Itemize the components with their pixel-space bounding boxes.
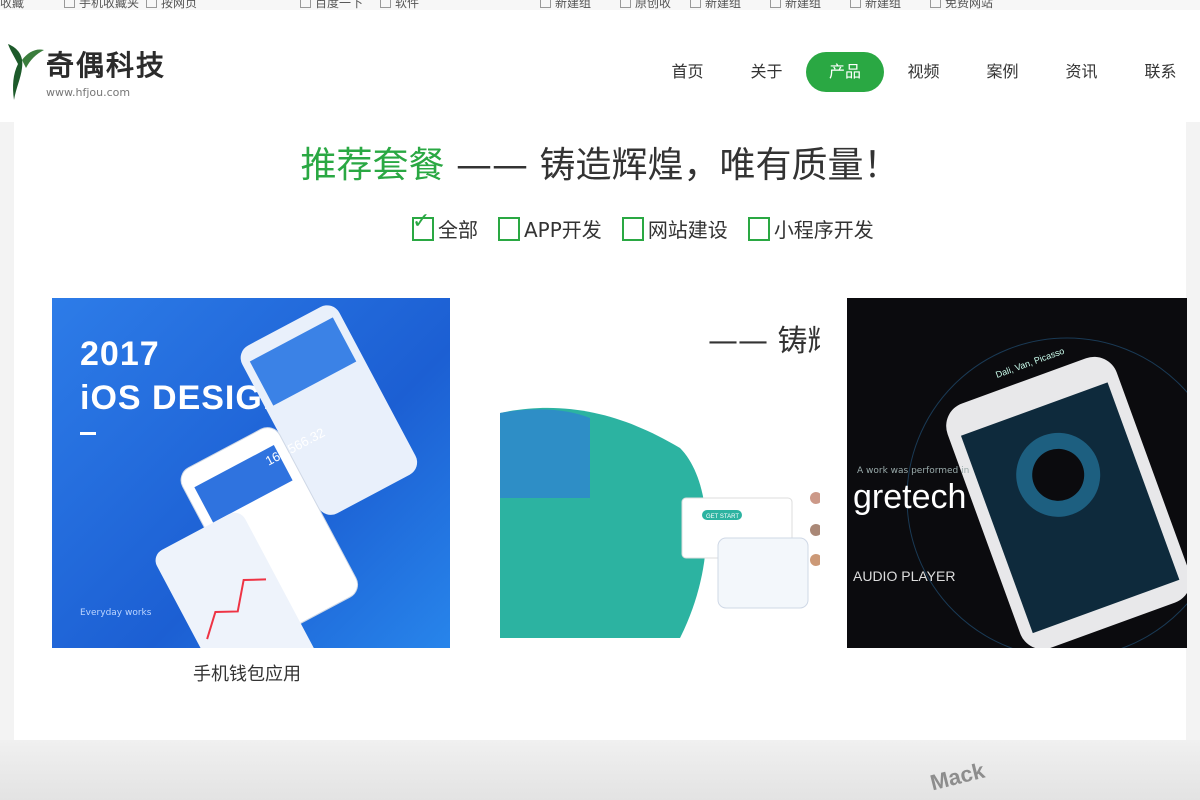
bookmark-item[interactable]: 新建组 <box>540 0 591 10</box>
logo-title: 奇偶科技 <box>46 49 167 82</box>
section-heading: 推荐套餐 —— 铸造辉煌，唯有质量！ <box>14 136 1186 188</box>
product-card-wallet[interactable]: 2017 iOS DESIGN Everyday works 160,566.3… <box>52 298 516 648</box>
nav-products[interactable]: 产品 <box>806 52 884 92</box>
heading-highlight: 推荐套餐 <box>300 145 445 186</box>
get-start-button: GET START <box>706 514 739 520</box>
heading-slogan: —— 铸造辉煌，唯有质量！ <box>444 145 900 186</box>
category-filters: ✓ 全部 APP开发 网站建设 小程序开发 <box>412 209 874 243</box>
checkbox-icon[interactable] <box>621 216 644 241</box>
bookmark-item[interactable]: 软件 <box>380 0 419 10</box>
nav-cases[interactable]: 案例 <box>963 52 1042 92</box>
filter-label: 网站建设 <box>647 218 728 242</box>
bookmark-item[interactable]: 收藏 <box>0 0 24 10</box>
checkbox-checked-icon[interactable]: ✓ <box>412 209 434 241</box>
main-nav: 首页 关于 产品 视频 案例 资讯 联系 <box>648 50 1200 94</box>
bookmark-item[interactable]: 百度一下 <box>300 0 363 10</box>
checkbox-icon[interactable] <box>747 216 770 241</box>
card-caption: 手机钱包应用 <box>193 664 301 685</box>
brand-name: gretech <box>853 478 967 516</box>
bookmark-item[interactable]: 手机收藏夹 <box>64 0 139 10</box>
checkbox-icon[interactable] <box>498 216 520 241</box>
background-strip <box>0 740 1200 800</box>
filter-website[interactable]: 网站建设 <box>621 214 728 243</box>
nav-home[interactable]: 首页 <box>648 52 727 92</box>
bookmark-item[interactable]: 按网页 <box>146 0 197 10</box>
site-logo[interactable]: 奇偶科技 www.hfjou.com <box>4 38 166 102</box>
filter-all[interactable]: ✓ 全部 <box>412 209 478 243</box>
site-header: 奇偶科技 www.hfjou.com 首页 关于 产品 视频 案例 资讯 联系 <box>0 10 1200 122</box>
bird-logo-icon <box>8 44 44 100</box>
filter-miniprogram[interactable]: 小程序开发 <box>747 214 874 243</box>
phone-mockups-image: 160,566.32 <box>155 305 418 648</box>
nav-news[interactable]: 资讯 <box>1042 52 1121 92</box>
map-dashboard-image: GET START <box>500 407 820 638</box>
bookmark-item[interactable]: 新建组 <box>770 0 821 10</box>
product-cards: 2017 iOS DESIGN Everyday works 160,566.3… <box>52 298 1187 648</box>
products-section: 推荐套餐 —— 铸造辉煌，唯有质量！ ✓ 全部 APP开发 网站建设 小程序开发… <box>14 122 1187 740</box>
bookmark-item[interactable]: 免费网站 <box>930 0 993 10</box>
filter-label: APP开发 <box>524 218 602 242</box>
brand-tagline: A work was performed in <box>857 466 970 476</box>
filter-label: 全部 <box>438 218 478 242</box>
product-card-audio[interactable]: Dali, Van, Picasso A work was performed … <box>847 298 1187 648</box>
bookmarks-bar: 收藏 手机收藏夹 按网页 百度一下 软件 新建组 原创收 新建组 新建组 新建组… <box>0 0 1200 10</box>
nav-video[interactable]: 视频 <box>884 52 963 92</box>
filter-label: 小程序开发 <box>773 218 874 242</box>
bookmark-item[interactable]: 原创收 <box>620 0 671 10</box>
bookmark-item[interactable]: 新建组 <box>850 0 901 10</box>
nav-about[interactable]: 关于 <box>727 52 806 92</box>
logo-url: www.hfjou.com <box>46 86 131 99</box>
filter-app[interactable]: APP开发 <box>498 214 602 243</box>
audio-player-label: AUDIO PLAYER <box>853 568 956 584</box>
product-card-web[interactable]: —— 铸辉煌 GET START <box>450 298 820 648</box>
bookmark-item[interactable]: 新建组 <box>690 0 741 10</box>
nav-contact[interactable]: 联系 <box>1121 52 1200 92</box>
